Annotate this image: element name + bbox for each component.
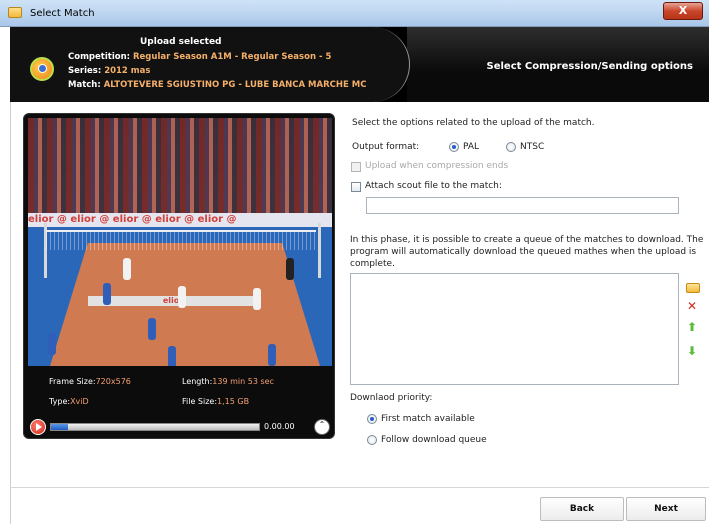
file-size-value: 1,15 GB xyxy=(217,397,250,406)
footer-separator xyxy=(10,487,709,488)
frame-size-info: Frame Size:720x576 xyxy=(49,377,131,386)
athlete xyxy=(253,288,261,310)
competition-label: Competition: xyxy=(68,52,131,62)
athlete xyxy=(268,344,276,366)
length-info: Length:139 min 53 sec xyxy=(182,377,274,386)
competition-line: Competition: Regular Season A1M - Regula… xyxy=(68,52,331,62)
type-info: Type:XviD xyxy=(49,397,89,406)
frame-size-value: 720x576 xyxy=(95,377,131,386)
pal-label: PAL xyxy=(463,142,480,152)
upload-when-compression-label: Upload when compression ends xyxy=(365,161,509,171)
queue-info-line-3: complete. xyxy=(350,259,395,269)
upload-when-compression-checkbox[interactable] xyxy=(351,162,361,172)
crowd-image xyxy=(28,118,332,213)
ntsc-label: NTSC xyxy=(520,142,545,152)
ntsc-radio[interactable] xyxy=(506,142,516,152)
back-button[interactable]: Back xyxy=(540,497,624,521)
next-button[interactable]: Next xyxy=(626,497,706,521)
first-match-label: First match available xyxy=(381,414,475,424)
athlete xyxy=(286,258,294,280)
match-label: Match: xyxy=(68,80,101,90)
athlete xyxy=(178,286,186,308)
title-bar: Select Match X xyxy=(0,0,709,27)
net-post-right xyxy=(318,223,321,278)
athlete xyxy=(123,258,131,280)
match-line: Match: ALTOTEVERE SGIUSTINO PG - LUBE BA… xyxy=(68,80,366,90)
follow-queue-label: Follow download queue xyxy=(381,435,487,445)
athlete xyxy=(103,283,111,305)
first-match-radio[interactable] xyxy=(367,414,377,424)
close-button[interactable]: X xyxy=(663,2,703,20)
time-readout: 0.00.00 xyxy=(264,422,295,431)
step-title: Select Compression/Sending options xyxy=(486,61,693,72)
length-value: 139 min 53 sec xyxy=(212,377,274,386)
output-format-label: Output format: xyxy=(352,142,420,152)
open-folder-icon[interactable] xyxy=(686,283,700,293)
length-label: Length: xyxy=(182,377,213,386)
play-icon[interactable] xyxy=(30,419,46,435)
download-queue-list[interactable] xyxy=(350,273,679,385)
competition-value: Regular Season A1M - Regular Season - 5 xyxy=(133,52,332,62)
frame-size-label: Frame Size: xyxy=(49,377,96,386)
attach-scout-label: Attach scout file to the match: xyxy=(365,181,502,191)
app-logo-icon xyxy=(30,57,54,81)
series-label: Series: xyxy=(68,66,102,76)
video-preview: elior @ elior @ elior @ elior @ elior @ … xyxy=(28,118,332,366)
court-sponsor: elior xyxy=(88,296,258,306)
queue-info-line-2: program will automatically download the … xyxy=(350,247,697,257)
file-size-label: File Size: xyxy=(182,397,218,406)
match-value: ALTOTEVERE SGIUSTINO PG - LUBE BANCA MAR… xyxy=(103,80,367,90)
move-up-icon[interactable]: ⬆ xyxy=(685,320,699,334)
seek-bar[interactable] xyxy=(50,423,260,431)
move-down-icon[interactable]: ⬇ xyxy=(685,344,699,358)
queue-info-line-1: In this phase, it is possible to create … xyxy=(350,235,704,245)
folder-icon xyxy=(8,7,22,18)
athlete xyxy=(168,346,176,366)
window-title: Select Match xyxy=(30,8,95,19)
follow-queue-radio[interactable] xyxy=(367,435,377,445)
athlete xyxy=(48,333,56,355)
upload-selected-title: Upload selected xyxy=(140,37,222,47)
series-line: Series: 2012 mas xyxy=(68,66,150,76)
pal-radio[interactable] xyxy=(449,142,459,152)
series-value: 2012 mas xyxy=(104,66,151,76)
scout-file-input[interactable] xyxy=(366,197,679,214)
type-value: XviD xyxy=(70,397,89,406)
seek-progress xyxy=(51,424,68,430)
file-size-info: File Size:1,15 GB xyxy=(182,397,249,406)
athlete xyxy=(148,318,156,340)
attach-scout-checkbox[interactable] xyxy=(351,182,361,192)
options-intro: Select the options related to the upload… xyxy=(352,118,595,128)
remove-icon[interactable]: ✕ xyxy=(685,299,699,313)
video-player: elior @ elior @ elior @ elior @ elior @ … xyxy=(23,113,335,439)
type-label: Type: xyxy=(49,397,71,406)
wizard-header: Upload selected Competition: Regular Sea… xyxy=(10,27,709,102)
sponsor-banner: elior @ elior @ elior @ elior @ elior @ xyxy=(28,213,332,227)
volleyball-net xyxy=(46,230,316,250)
collapse-up-icon[interactable]: ˆ xyxy=(314,419,330,435)
priority-label: Downlaod priority: xyxy=(350,393,433,403)
